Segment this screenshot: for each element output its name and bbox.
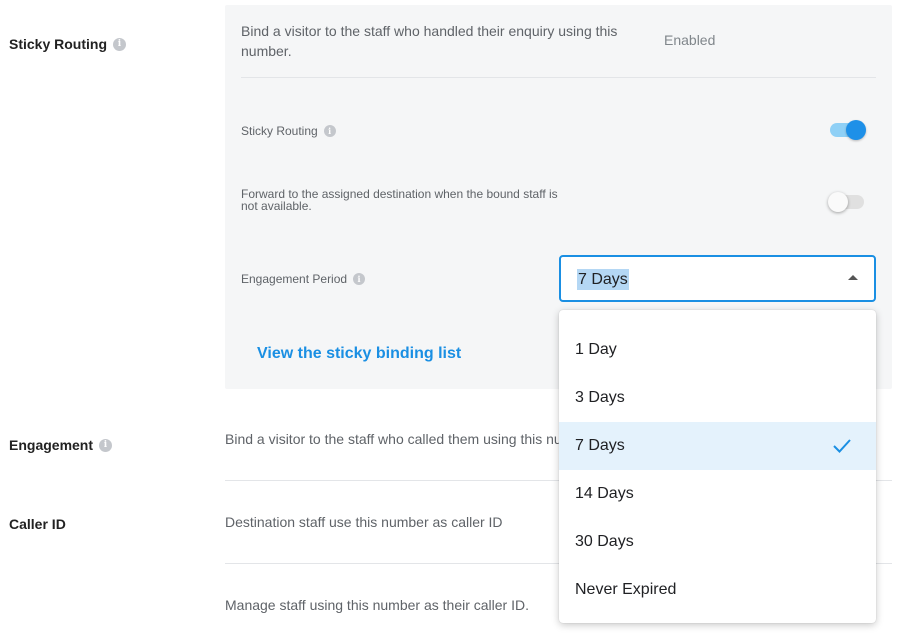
engagement-label-text: Engagement: [9, 437, 94, 453]
engagement-period-select[interactable]: 7 Days: [559, 255, 876, 302]
option-label: 7 Days: [575, 437, 625, 454]
info-icon[interactable]: i: [99, 438, 113, 452]
engagement-description: Bind a visitor to the staff who called t…: [225, 431, 562, 447]
option-label: 14 Days: [575, 485, 634, 502]
toggle-knob: [828, 192, 848, 212]
menu-option[interactable]: 1 Day: [559, 326, 876, 374]
caller-id-section-label: Caller ID: [9, 516, 66, 532]
menu-option-selected[interactable]: 7 Days: [559, 422, 876, 470]
menu-option[interactable]: 3 Days: [559, 374, 876, 422]
caret-up-icon: [848, 275, 858, 280]
info-icon[interactable]: i: [353, 273, 366, 285]
forward-toggle[interactable]: [828, 192, 864, 212]
option-label: Never Expired: [575, 581, 677, 598]
sticky-routing-label-text: Sticky Routing: [9, 36, 108, 52]
menu-option[interactable]: 30 Days: [559, 518, 876, 566]
toggle-knob: [846, 120, 866, 140]
panel-divider: [241, 77, 876, 78]
menu-option[interactable]: 14 Days: [559, 470, 876, 518]
info-icon[interactable]: i: [113, 37, 127, 51]
view-sticky-binding-list-link[interactable]: View the sticky binding list: [257, 345, 461, 363]
sticky-routing-toggle-text: Sticky Routing: [241, 124, 318, 138]
engagement-section-label: Engagement i: [9, 437, 113, 453]
caller-id-description: Destination staff use this number as cal…: [225, 514, 503, 530]
sticky-routing-description: Bind a visitor to the staff who handled …: [241, 23, 618, 59]
engagement-period-label: Engagement Period i: [241, 272, 366, 286]
option-label: 30 Days: [575, 533, 634, 550]
caller-id-manage-text: Manage staff using this number as their …: [225, 597, 530, 613]
engagement-period-text: Engagement Period: [241, 272, 348, 286]
sticky-routing-toggle[interactable]: [830, 120, 866, 140]
info-icon[interactable]: i: [323, 125, 336, 137]
engagement-period-menu: 1 Day 3 Days 7 Days 14 Days 30 Days Neve…: [559, 310, 876, 623]
select-value: 7 Days: [577, 269, 629, 290]
caller-id-label-text: Caller ID: [9, 516, 66, 532]
check-icon: [833, 439, 851, 453]
sticky-routing-section-label: Sticky Routing i: [9, 36, 127, 52]
sticky-routing-toggle-label: Sticky Routing i: [241, 124, 336, 138]
option-label: 1 Day: [575, 341, 617, 358]
menu-option[interactable]: Never Expired: [559, 566, 876, 614]
forward-description: Forward to the assigned destination when…: [241, 187, 558, 213]
sticky-routing-status: Enabled: [664, 32, 716, 48]
option-label: 3 Days: [575, 389, 625, 406]
